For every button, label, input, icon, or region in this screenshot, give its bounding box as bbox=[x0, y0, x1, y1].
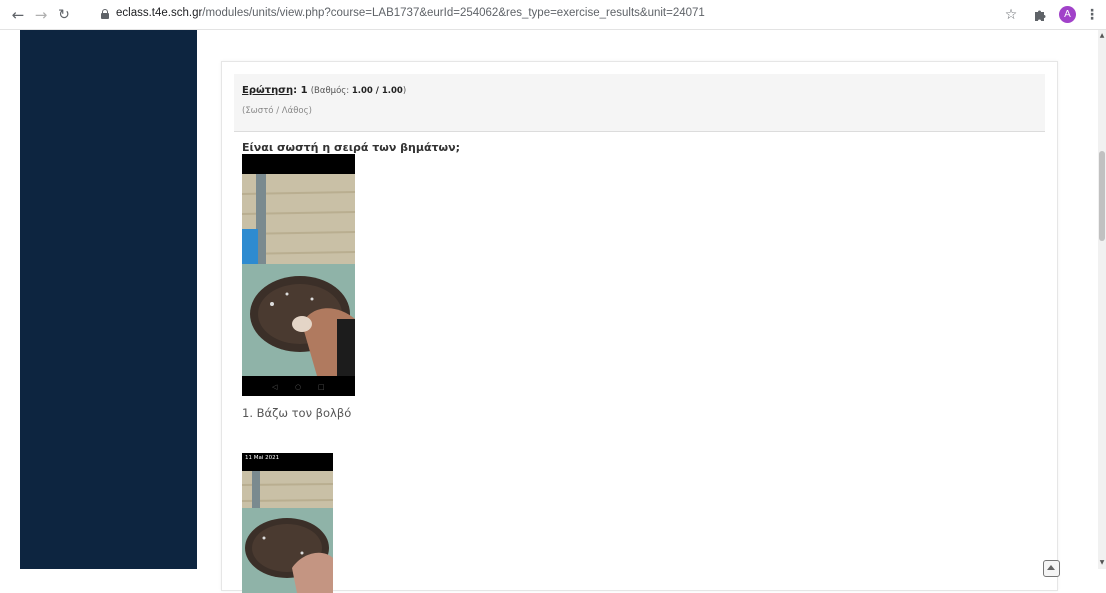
url-path: /modules/units/view.php?course=LAB1737&e… bbox=[202, 7, 705, 19]
url-host: eclass.t4e.sch.gr bbox=[116, 7, 203, 19]
extensions-puzzle-icon[interactable] bbox=[1031, 6, 1049, 24]
browser-toolbar: ← → ↻ eclass.t4e.sch.gr/modules/units/vi… bbox=[0, 0, 1106, 30]
scroll-thumb[interactable] bbox=[1099, 151, 1105, 241]
scroll-down-arrow-icon[interactable]: ▼ bbox=[1098, 560, 1106, 566]
step-1-photo: ◁ ○ □ bbox=[242, 154, 355, 396]
photo-date: 11 Mai 2021 bbox=[245, 455, 280, 461]
grade-prefix: (Βαθμός: bbox=[310, 86, 352, 96]
question-label[interactable]: Ερώτηση bbox=[242, 85, 293, 96]
sidebar bbox=[20, 30, 197, 569]
scroll-up-arrow-icon[interactable]: ▲ bbox=[1098, 33, 1106, 39]
page-content: Ερώτηση: 1 (Βαθμός: 1.00 / 1.00) (Σωστό … bbox=[0, 30, 1098, 593]
reload-icon[interactable]: ↻ bbox=[55, 6, 73, 24]
svg-text:◁: ◁ bbox=[272, 383, 278, 391]
back-arrow-icon[interactable]: ← bbox=[9, 6, 27, 24]
question-text: Είναι σωστή η σειρά των βημάτων; bbox=[242, 141, 460, 154]
grade-value: 1.00 / 1.00 bbox=[351, 86, 403, 96]
bookmark-star-icon[interactable]: ☆ bbox=[1003, 6, 1019, 24]
question-header: Ερώτηση: 1 (Βαθμός: 1.00 / 1.00) (Σωστό … bbox=[234, 74, 1045, 132]
question-type: (Σωστό / Λάθος) bbox=[242, 106, 312, 116]
step-2-photo: 11 Mai 2021 bbox=[242, 453, 333, 593]
svg-text:○: ○ bbox=[295, 383, 301, 391]
exercise-result-card: Ερώτηση: 1 (Βαθμός: 1.00 / 1.00) (Σωστό … bbox=[221, 61, 1058, 593]
address-bar[interactable]: eclass.t4e.sch.gr/modules/units/view.php… bbox=[88, 3, 1044, 27]
question-number: : 1 bbox=[293, 85, 308, 96]
svg-text:□: □ bbox=[318, 383, 325, 391]
grade-info: (Βαθμός: 1.00 / 1.00) bbox=[311, 86, 406, 96]
forward-arrow-icon[interactable]: → bbox=[32, 6, 50, 24]
menu-kebab-icon[interactable]: ⋮ bbox=[1085, 6, 1099, 24]
step-1-caption: 1. Βάζω τον βολβό bbox=[242, 406, 352, 420]
profile-avatar[interactable]: A bbox=[1059, 6, 1076, 23]
url-text: eclass.t4e.sch.gr/modules/units/view.php… bbox=[116, 7, 705, 19]
lock-icon bbox=[101, 9, 109, 19]
page-scrollbar[interactable]: ▲ ▼ bbox=[1098, 30, 1106, 569]
grade-suffix: ) bbox=[402, 86, 407, 96]
question-title: Ερώτηση: 1 (Βαθμός: 1.00 / 1.00) bbox=[242, 85, 406, 96]
